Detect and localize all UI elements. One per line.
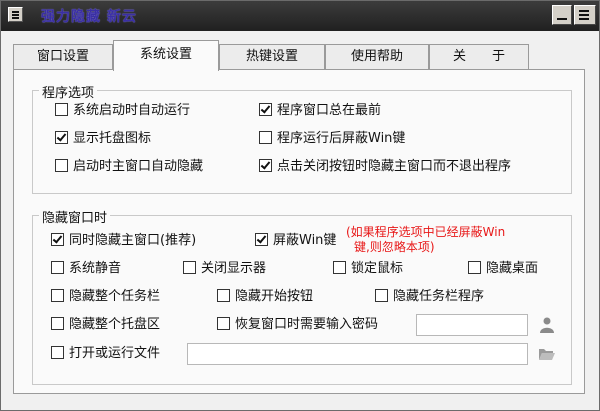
checkbox-box[interactable] bbox=[259, 131, 272, 144]
title-bar[interactable]: 强力隐藏 新云 bbox=[1, 1, 599, 31]
checkbox-hide-taskbar-programs[interactable]: 隐藏任务栏程序 bbox=[375, 288, 484, 306]
checkbox-lock-mouse[interactable]: 锁定鼠标 bbox=[333, 260, 403, 278]
checkbox-label: 启动时主窗口自动隐藏 bbox=[73, 159, 204, 174]
checkbox-hide-taskbar[interactable]: 隐藏整个任务栏 bbox=[51, 288, 160, 306]
checkbox-box[interactable] bbox=[55, 131, 68, 144]
checkbox-label: 隐藏桌面 bbox=[486, 261, 539, 276]
checkbox-label: 隐藏整个托盘区 bbox=[69, 317, 161, 332]
checkbox-show-tray-icon[interactable]: 显示托盘图标 bbox=[55, 130, 151, 148]
tab-about[interactable]: 关 于 bbox=[429, 44, 529, 70]
checkbox-block-win-key-on-run[interactable]: 程序运行后屏蔽Win键 bbox=[259, 130, 405, 148]
checkbox-box[interactable] bbox=[255, 233, 268, 246]
checkbox-box[interactable] bbox=[468, 261, 481, 274]
win-key-note: (如果程序选项中已经屏蔽Win 键,则忽略本项) bbox=[346, 225, 505, 255]
checkbox-open-run-file[interactable]: 打开或运行文件 bbox=[51, 345, 160, 363]
win-key-note-line2: 键,则忽略本项) bbox=[354, 240, 435, 254]
checkbox-box[interactable] bbox=[259, 159, 272, 172]
checkbox-require-password[interactable]: 恢复窗口时需要输入密码 bbox=[217, 316, 378, 334]
folder-open-icon[interactable] bbox=[538, 345, 556, 363]
checkbox-box[interactable] bbox=[55, 103, 68, 116]
checkbox-label: 隐藏整个任务栏 bbox=[69, 289, 161, 304]
checkbox-label: 恢复窗口时需要输入密码 bbox=[235, 317, 379, 332]
checkbox-box[interactable] bbox=[217, 289, 230, 302]
window-title: 强力隐藏 新云 bbox=[41, 9, 137, 25]
main-window: 强力隐藏 新云 窗口设置 系统设置 热键设置 使用帮助 关 于 程序选项 系统启… bbox=[0, 0, 600, 411]
tab-window-settings[interactable]: 窗口设置 bbox=[13, 44, 113, 70]
minimize-button[interactable] bbox=[552, 5, 572, 25]
checkbox-box[interactable] bbox=[51, 261, 64, 274]
checkbox-label: 程序运行后屏蔽Win键 bbox=[277, 131, 406, 146]
checkbox-box[interactable] bbox=[259, 103, 272, 116]
checkbox-box[interactable] bbox=[51, 346, 64, 359]
win-key-note-line1: (如果程序选项中已经屏蔽Win bbox=[346, 225, 506, 239]
checkbox-mute-system[interactable]: 系统静音 bbox=[51, 260, 121, 278]
checkbox-hide-desktop[interactable]: 隐藏桌面 bbox=[468, 260, 538, 278]
checkbox-box[interactable] bbox=[51, 317, 64, 330]
checkbox-always-on-top[interactable]: 程序窗口总在最前 bbox=[259, 102, 381, 120]
program-options-group: 程序选项 系统启动时自动运行 程序窗口总在最前 显示托盘图标 程序运行后屏蔽Wi… bbox=[32, 82, 572, 194]
hide-window-group: 隐藏窗口时 同时隐藏主窗口(推荐) 屏蔽Win键 (如果程序选项中已经屏蔽Win… bbox=[32, 207, 572, 385]
checkbox-label: 关闭显示器 bbox=[201, 261, 267, 276]
system-settings-panel: 程序选项 系统启动时自动运行 程序窗口总在最前 显示托盘图标 程序运行后屏蔽Wi… bbox=[13, 69, 585, 394]
menu-button[interactable] bbox=[574, 5, 596, 25]
checkbox-label: 屏蔽Win键 bbox=[273, 233, 337, 248]
checkbox-box[interactable] bbox=[333, 261, 346, 274]
checkbox-box[interactable] bbox=[183, 261, 196, 274]
checkbox-hide-main-window[interactable]: 同时隐藏主窗口(推荐) bbox=[51, 232, 196, 250]
checkbox-label: 隐藏任务栏程序 bbox=[393, 289, 485, 304]
file-path-input[interactable] bbox=[187, 343, 528, 365]
checkbox-box[interactable] bbox=[55, 159, 68, 172]
hide-window-title: 隐藏窗口时 bbox=[39, 207, 111, 226]
checkbox-label: 显示托盘图标 bbox=[73, 131, 152, 146]
password-input[interactable] bbox=[416, 314, 528, 336]
checkbox-turn-off-monitor[interactable]: 关闭显示器 bbox=[183, 260, 266, 278]
checkbox-box[interactable] bbox=[217, 317, 230, 330]
checkbox-label: 隐藏开始按钮 bbox=[235, 289, 314, 304]
checkbox-box[interactable] bbox=[375, 289, 388, 302]
checkbox-hide-tray-area[interactable]: 隐藏整个托盘区 bbox=[51, 316, 160, 334]
checkbox-label: 系统静音 bbox=[69, 261, 122, 276]
checkbox-label: 系统启动时自动运行 bbox=[73, 103, 191, 118]
tab-system-settings[interactable]: 系统设置 bbox=[113, 40, 219, 71]
checkbox-label: 同时隐藏主窗口(推荐) bbox=[69, 233, 197, 248]
checkbox-label: 程序窗口总在最前 bbox=[277, 103, 382, 118]
user-icon[interactable] bbox=[538, 316, 556, 334]
tab-help[interactable]: 使用帮助 bbox=[325, 44, 429, 70]
checkbox-hide-start-button[interactable]: 隐藏开始按钮 bbox=[217, 288, 313, 306]
system-menu-icon[interactable] bbox=[8, 7, 23, 22]
checkbox-auto-start[interactable]: 系统启动时自动运行 bbox=[55, 102, 190, 120]
tab-hotkey-settings[interactable]: 热键设置 bbox=[219, 44, 325, 70]
checkbox-block-win-key[interactable]: 屏蔽Win键 bbox=[255, 232, 336, 250]
checkbox-label: 点击关闭按钮时隐藏主窗口而不退出程序 bbox=[277, 159, 512, 174]
checkbox-box[interactable] bbox=[51, 233, 64, 246]
checkbox-label: 锁定鼠标 bbox=[351, 261, 404, 276]
program-options-title: 程序选项 bbox=[39, 82, 98, 101]
checkbox-auto-hide-on-start[interactable]: 启动时主窗口自动隐藏 bbox=[55, 158, 203, 176]
checkbox-box[interactable] bbox=[51, 289, 64, 302]
checkbox-label: 打开或运行文件 bbox=[69, 346, 161, 361]
checkbox-hide-on-close[interactable]: 点击关闭按钮时隐藏主窗口而不退出程序 bbox=[259, 158, 511, 176]
